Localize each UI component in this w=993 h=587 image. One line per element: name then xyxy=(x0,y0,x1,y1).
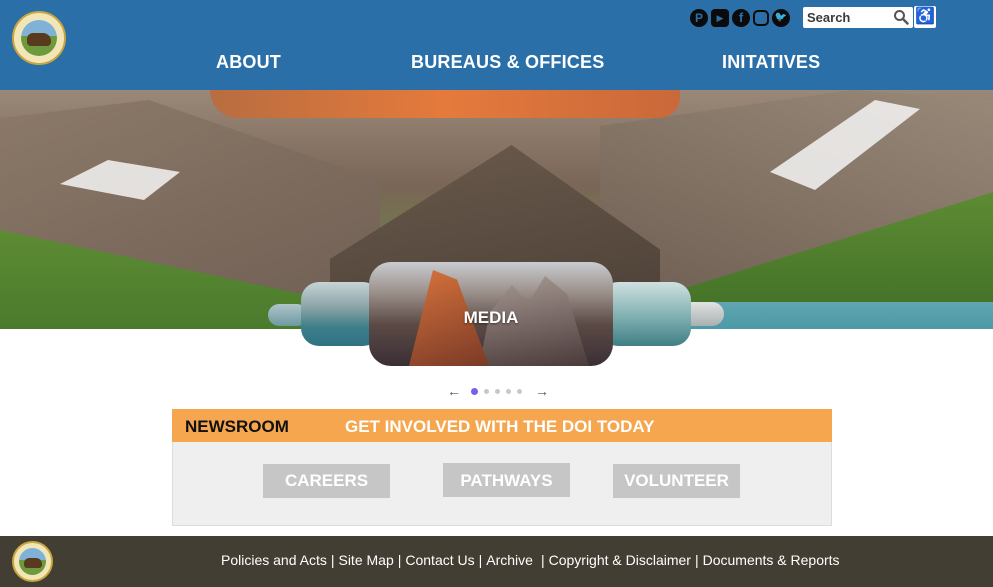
doi-seal-logo-footer[interactable] xyxy=(12,541,53,582)
social-links: P ▶ f 🐦 xyxy=(690,9,790,27)
nav-initiatives[interactable]: INITATIVES xyxy=(722,52,820,73)
carousel-dot-active[interactable] xyxy=(471,388,478,395)
footer-link-archive[interactable]: Archive xyxy=(486,552,533,568)
twitter-icon[interactable]: 🐦 xyxy=(772,9,790,27)
pathways-button[interactable]: PATHWAYS xyxy=(443,463,570,497)
footer-link-copyright[interactable]: Copyright & Disclaimer xyxy=(549,552,691,568)
newsroom-title[interactable]: NEWSROOM xyxy=(185,417,289,437)
carousel-slide[interactable] xyxy=(600,282,691,346)
newsroom-headline[interactable]: GET INVOLVED WITH THE DOI TODAY xyxy=(345,417,655,437)
footer-link-documents[interactable]: Documents & Reports xyxy=(703,552,840,568)
carousel-dot[interactable] xyxy=(517,389,522,394)
carousel-dot[interactable] xyxy=(484,389,489,394)
doi-seal-logo[interactable] xyxy=(12,11,66,65)
facebook-icon[interactable]: f xyxy=(732,9,750,27)
carousel-dot[interactable] xyxy=(506,389,511,394)
pinterest-icon[interactable]: P xyxy=(690,9,708,27)
nav-about[interactable]: ABOUT xyxy=(216,52,281,73)
nav-bureaus-offices[interactable]: BUREAUS & OFFICES xyxy=(411,52,604,73)
arrow-left-icon[interactable]: ← xyxy=(447,384,461,398)
site-header: P ▶ f 🐦 ♿ ABOUT BUREAUS & OFFICES INITAT… xyxy=(0,0,993,90)
page: P ▶ f 🐦 ♿ ABOUT BUREAUS & OFFICES INITAT… xyxy=(0,0,993,587)
instagram-icon[interactable] xyxy=(753,10,769,26)
volunteer-button[interactable]: VOLUNTEER xyxy=(613,464,740,498)
footer-links: Policies and Acts | Site Map | Contact Us | Ar… xyxy=(221,552,840,568)
carousel-dot[interactable] xyxy=(495,389,500,394)
youtube-icon[interactable]: ▶ xyxy=(711,9,729,27)
bison-icon xyxy=(27,33,51,46)
search-icon[interactable] xyxy=(893,9,909,25)
footer-link-site-map[interactable]: Site Map xyxy=(338,552,393,568)
arrow-right-icon[interactable]: → xyxy=(535,384,549,398)
accessibility-icon[interactable]: ♿ xyxy=(914,6,936,28)
careers-button[interactable]: CAREERS xyxy=(263,464,390,498)
carousel-slide-active[interactable]: MEDIA xyxy=(369,262,613,366)
carousel-slide-label: MEDIA xyxy=(463,308,519,327)
bison-icon xyxy=(24,558,42,568)
search-input[interactable] xyxy=(807,9,891,26)
footer-link-contact[interactable]: Contact Us xyxy=(405,552,474,568)
footer-link-policies[interactable]: Policies and Acts xyxy=(221,552,327,568)
hero-sunlit-ridge xyxy=(210,90,680,118)
search-box xyxy=(803,7,913,28)
